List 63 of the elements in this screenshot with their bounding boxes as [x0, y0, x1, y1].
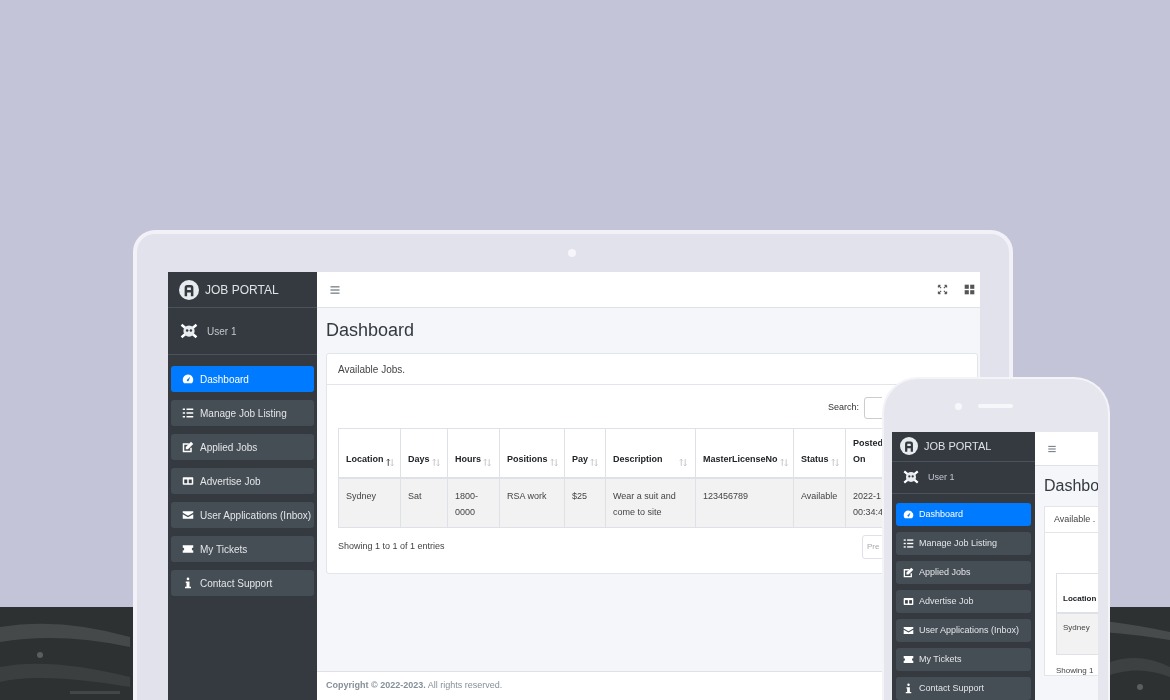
nav-item[interactable]: Advertise Job [896, 590, 1031, 613]
column-header[interactable]: Hours [448, 429, 500, 477]
table-cell: Sydney [1057, 614, 1098, 654]
entries-info: Showing 1 to 1 of 1 entries [338, 540, 445, 554]
table-cell: Sat [401, 479, 448, 527]
table-cell: RSA work [500, 479, 565, 527]
column-header[interactable]: Location [339, 429, 401, 477]
ticket-icon [182, 543, 194, 555]
info-icon [903, 683, 914, 694]
card-title: Available . [1045, 507, 1098, 533]
column-header[interactable]: Positions [500, 429, 565, 477]
table-cell: Wear a suit and come to site [606, 479, 696, 527]
logo-icon [900, 437, 918, 456]
info-icon [182, 577, 194, 589]
nav-item[interactable]: Dashboard [171, 366, 314, 392]
column-header[interactable]: Description [606, 429, 696, 477]
nav-item[interactable]: Manage Job Listing [171, 400, 314, 426]
brand-name: JOB PORTAL [205, 281, 279, 299]
nav-item[interactable]: Contact Support [896, 677, 1031, 700]
copyright-text: Copyright © 2022-2023. All rights reserved. [326, 679, 503, 693]
nav-item[interactable]: Applied Jobs [171, 434, 314, 460]
nav-item[interactable]: My Tickets [171, 536, 314, 562]
table-cell: 123456789 [696, 479, 794, 527]
expand-icon [937, 284, 948, 295]
table-cell: $25 [565, 479, 606, 527]
menu-icon [1047, 443, 1057, 454]
table-cell: Available [794, 479, 846, 527]
edit-icon [182, 441, 194, 453]
page-title: Dashboard [326, 319, 416, 342]
user-name: User 1 [207, 324, 237, 339]
dashboard-icon [182, 373, 194, 385]
dashboard-icon [903, 509, 914, 520]
entries-info: Showing 1 [1056, 665, 1095, 677]
nav-item[interactable]: My Tickets [896, 648, 1031, 671]
list-icon [182, 407, 194, 419]
menu-icon [329, 283, 341, 296]
envelope-icon [182, 509, 194, 521]
table-cell: Sydney [339, 479, 401, 527]
nav-item[interactable]: Applied Jobs [896, 561, 1031, 584]
nav-item[interactable]: User Applications (Inbox) [171, 502, 314, 528]
edit-icon [903, 567, 914, 578]
column-header[interactable]: Pay [565, 429, 606, 477]
ad-icon [903, 596, 914, 607]
envelope-icon [903, 625, 914, 636]
list-icon [903, 538, 914, 549]
nav-item[interactable]: Advertise Job [171, 468, 314, 494]
nav-item[interactable]: Dashboard [896, 503, 1031, 526]
ticket-icon [903, 654, 914, 665]
nav-item[interactable]: Contact Support [171, 570, 314, 596]
grid-icon [964, 284, 975, 295]
nav-item[interactable]: User Applications (Inbox) [896, 619, 1031, 642]
user-name: User 1 [928, 470, 955, 484]
nav-item[interactable]: Manage Job Listing [896, 532, 1031, 555]
skull-icon [179, 321, 199, 341]
logo-icon [179, 279, 199, 300]
column-header[interactable]: Status [794, 429, 846, 477]
brand-name: JOB PORTAL [924, 439, 992, 455]
page-title: Dashbo [1044, 476, 1098, 496]
column-header[interactable]: Days [401, 429, 448, 477]
ad-icon [182, 475, 194, 487]
search-label: Search: [827, 401, 859, 415]
column-header[interactable]: MasterLicenseNo [696, 429, 794, 477]
table-cell: 1800-0000 [448, 479, 500, 527]
